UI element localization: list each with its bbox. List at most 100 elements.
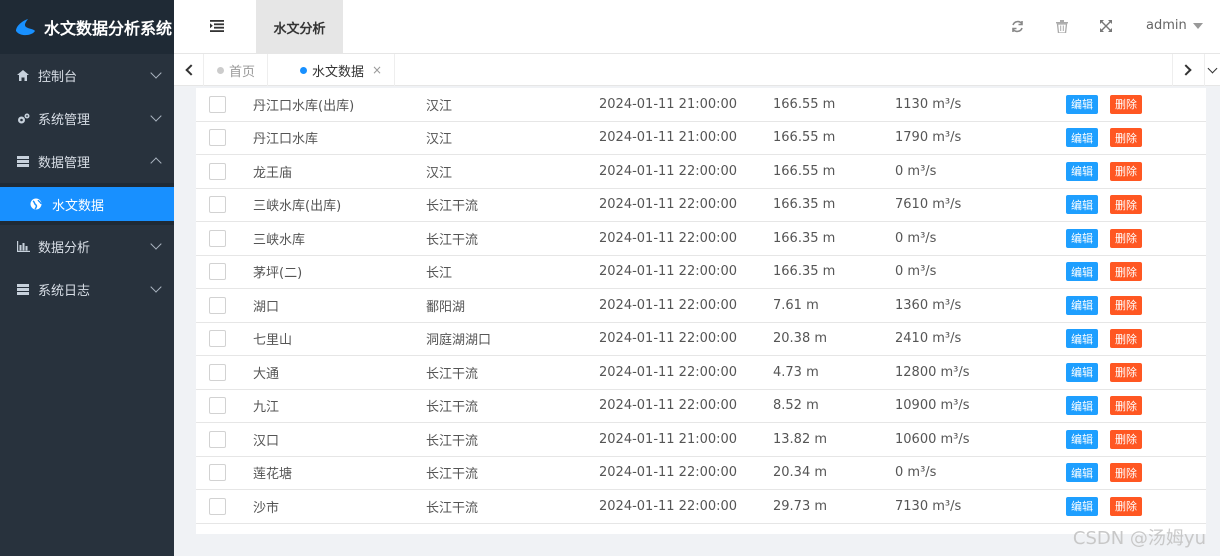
river-cell: 长江 — [426, 266, 453, 282]
flow-cell: 2410 m³/s — [895, 331, 962, 347]
station-name-cell: 丹江口水库 — [253, 132, 319, 148]
trash-icon[interactable] — [1055, 19, 1069, 33]
edit-button[interactable]: 编辑 — [1066, 94, 1098, 114]
time-cell: 2024-01-11 21:00:00 — [599, 431, 738, 447]
sidebar-item-label: 系统管理 — [38, 113, 91, 128]
river-cell: 汉江 — [426, 98, 453, 114]
row-checkbox[interactable] — [209, 229, 226, 247]
sidebar-menu: 控制台 系统管理 数据管理 — [0, 54, 174, 183]
river-cell: 长江干流 — [426, 232, 479, 248]
row-checkbox[interactable] — [209, 430, 226, 448]
sidebar-item-hydrology-data[interactable]: 水文数据 — [0, 187, 174, 221]
sidebar-item-label: 控制台 — [38, 70, 78, 85]
row-checkbox[interactable] — [209, 95, 226, 113]
delete-button[interactable]: 删除 — [1110, 228, 1142, 248]
globe-icon — [30, 197, 44, 211]
river-cell: 长江干流 — [426, 500, 479, 516]
edit-button[interactable]: 编辑 — [1066, 329, 1098, 349]
time-cell: 2024-01-11 22:00:00 — [599, 163, 738, 179]
row-checkbox[interactable] — [209, 397, 226, 415]
tab-dot-icon — [217, 66, 224, 74]
row-checkbox[interactable] — [209, 330, 226, 348]
edit-button[interactable]: 编辑 — [1066, 228, 1098, 248]
row-checkbox[interactable] — [209, 296, 226, 314]
row-checkbox[interactable] — [209, 162, 226, 180]
delete-button[interactable]: 删除 — [1110, 396, 1142, 416]
station-name-cell: 沙市 — [253, 500, 280, 516]
tabs-scroll-right-button[interactable] — [1172, 54, 1202, 86]
chevron-down-icon — [150, 67, 162, 79]
station-name-cell: 丹江口水库(出库) — [253, 98, 355, 114]
water-level-cell: 166.55 m — [773, 130, 836, 146]
water-drop-logo-icon — [16, 19, 35, 36]
delete-button[interactable]: 删除 — [1110, 429, 1142, 449]
river-cell: 汉江 — [426, 132, 453, 148]
water-level-cell: 166.35 m — [773, 230, 836, 246]
edit-button[interactable]: 编辑 — [1066, 295, 1098, 315]
river-cell: 汉江 — [426, 165, 453, 181]
row-checkbox[interactable] — [209, 196, 226, 214]
close-icon[interactable]: × — [372, 63, 382, 77]
edit-button[interactable]: 编辑 — [1066, 195, 1098, 215]
delete-button[interactable]: 删除 — [1110, 496, 1142, 516]
water-level-cell: 20.38 m — [773, 331, 828, 347]
sidebar-item-data-management[interactable]: 数据管理 — [0, 140, 174, 183]
refresh-icon[interactable] — [1010, 19, 1024, 33]
edit-button[interactable]: 编辑 — [1066, 429, 1098, 449]
delete-button[interactable]: 删除 — [1110, 128, 1142, 148]
sidebar-item-console[interactable]: 控制台 — [0, 54, 174, 97]
flow-cell: 10900 m³/s — [895, 398, 970, 414]
sidebar-item-system-management[interactable]: 系统管理 — [0, 97, 174, 140]
edit-button[interactable]: 编辑 — [1066, 362, 1098, 382]
sidebar-item-data-analysis[interactable]: 数据分析 — [0, 225, 174, 268]
delete-button[interactable]: 删除 — [1110, 463, 1142, 483]
sidebar-item-system-log[interactable]: 系统日志 — [0, 268, 174, 311]
flow-cell: 7610 m³/s — [895, 197, 962, 213]
fullscreen-icon[interactable] — [1099, 19, 1113, 33]
delete-button[interactable]: 删除 — [1110, 94, 1142, 114]
table-row: 龙王庙 汉江 2024-01-11 22:00:00 166.55 m 0 m³/s 编辑… — [196, 155, 1206, 189]
row-checkbox[interactable] — [209, 263, 226, 281]
row-checkbox[interactable] — [209, 129, 226, 147]
sidebar-menu-lower: 数据分析 系统日志 — [0, 225, 174, 311]
river-cell: 鄱阳湖 — [426, 299, 466, 315]
delete-button[interactable]: 删除 — [1110, 329, 1142, 349]
edit-button[interactable]: 编辑 — [1066, 463, 1098, 483]
tab-home[interactable]: 首页 — [205, 54, 269, 86]
user-menu[interactable]: admin — [1146, 18, 1203, 33]
edit-button[interactable]: 编辑 — [1066, 496, 1098, 516]
sidebar-submenu: 水文数据 — [0, 183, 174, 225]
table-row: 三峡水库(出库) 长江干流 2024-01-11 22:00:00 166.35 m 7… — [196, 189, 1206, 222]
flow-cell: 0 m³/s — [895, 465, 937, 481]
delete-button[interactable]: 删除 — [1110, 362, 1142, 382]
hydrology-data-table: 丹江口水库(出库) 汉江 2024-01-11 21:00:00 166.55 m 11… — [196, 88, 1206, 534]
delete-button[interactable]: 删除 — [1110, 195, 1142, 215]
table-row: 湖口 鄱阳湖 2024-01-11 22:00:00 7.61 m 1360 m³/s 编… — [196, 289, 1206, 323]
home-icon — [16, 69, 30, 83]
page-tabs-bar: 首页 水文数据 × — [174, 54, 1220, 86]
edit-button[interactable]: 编辑 — [1066, 161, 1098, 181]
tab-hydrology-data[interactable]: 水文数据 × — [288, 54, 396, 86]
edit-button[interactable]: 编辑 — [1066, 262, 1098, 282]
sidebar-item-label: 数据分析 — [38, 241, 91, 256]
chevron-down-icon — [150, 110, 162, 122]
row-checkbox[interactable] — [209, 497, 226, 515]
table-row: 大通 长江干流 2024-01-11 22:00:00 4.73 m 12800 m³/… — [196, 356, 1206, 390]
chevron-up-icon — [150, 157, 162, 169]
header-tab-hydrology-analysis[interactable]: 水文分析 — [256, 0, 343, 54]
tabs-scroll-left-button[interactable] — [174, 54, 204, 86]
delete-button[interactable]: 删除 — [1110, 295, 1142, 315]
menu-toggle-icon[interactable] — [210, 20, 224, 32]
delete-button[interactable]: 删除 — [1110, 262, 1142, 282]
flow-cell: 10600 m³/s — [895, 431, 970, 447]
app-title: 水文数据分析系统 — [44, 19, 173, 38]
edit-button[interactable]: 编辑 — [1066, 128, 1098, 148]
station-name-cell: 七里山 — [253, 333, 293, 349]
edit-button[interactable]: 编辑 — [1066, 396, 1098, 416]
chevron-down-icon — [150, 238, 162, 250]
server-icon — [16, 283, 30, 297]
delete-button[interactable]: 删除 — [1110, 161, 1142, 181]
row-checkbox[interactable] — [209, 464, 226, 482]
row-checkbox[interactable] — [209, 363, 226, 381]
tabs-menu-button[interactable] — [1204, 54, 1220, 86]
